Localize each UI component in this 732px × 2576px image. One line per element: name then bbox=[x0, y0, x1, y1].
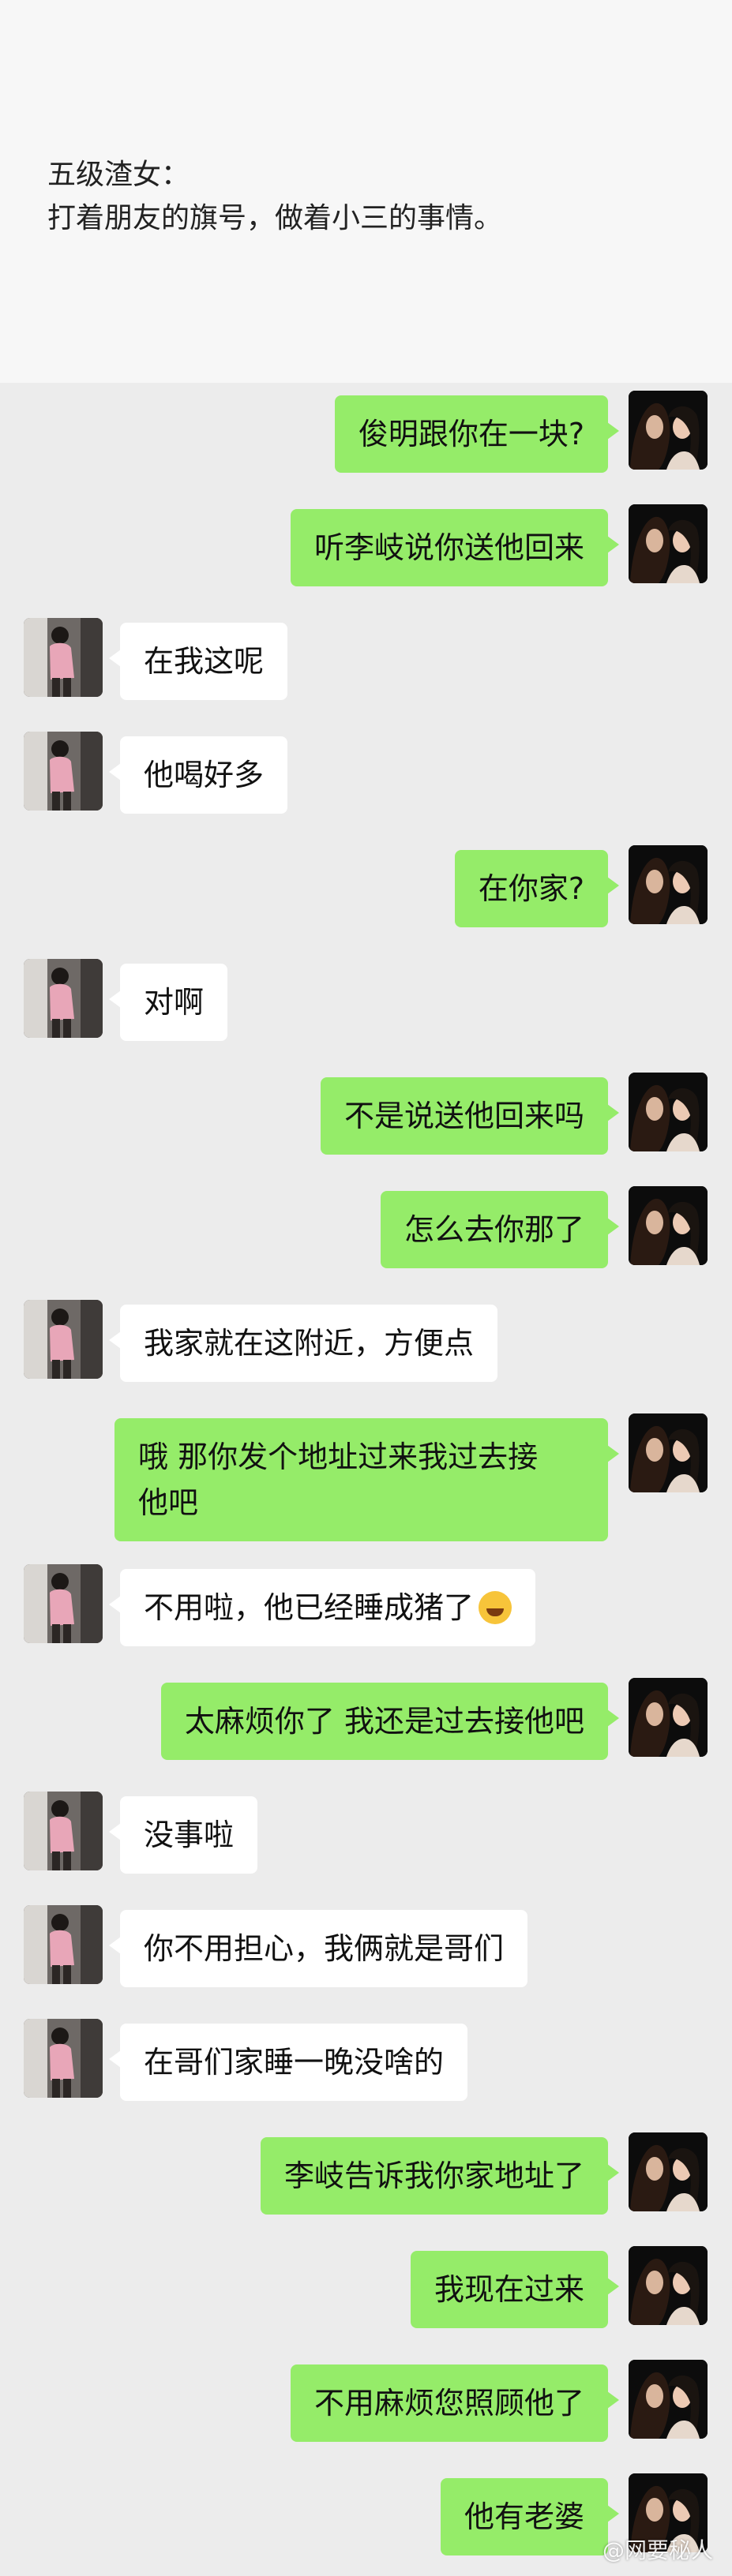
message-bubble[interactable]: 他有老婆 bbox=[440, 2478, 620, 2555]
my-avatar[interactable] bbox=[629, 2360, 708, 2439]
caption-subtitle: 打着朋友的旗号，做着小三的事情。 bbox=[47, 202, 503, 234]
avatar-photo bbox=[24, 1792, 103, 1870]
avatar-photo bbox=[24, 1564, 103, 1643]
my-avatar[interactable] bbox=[629, 1073, 708, 1151]
my-avatar[interactable] bbox=[629, 845, 708, 924]
avatar-photo bbox=[24, 618, 103, 697]
message-bubble[interactable]: 怎么去你那了 bbox=[380, 1191, 620, 1268]
avatar-photo bbox=[629, 504, 708, 583]
message-bubble[interactable]: 在我这呢 bbox=[108, 623, 288, 700]
contact-avatar[interactable] bbox=[24, 618, 103, 697]
message-bubble[interactable]: 在哥们家睡一晚没啥的 bbox=[108, 2024, 468, 2101]
caption-panel: 五级渣女： 打着朋友的旗号，做着小三的事情。 bbox=[0, 0, 732, 383]
my-avatar[interactable] bbox=[629, 1413, 708, 1492]
message-bubble[interactable]: 俊明跟你在一块? bbox=[334, 395, 620, 473]
avatar-photo bbox=[629, 391, 708, 470]
contact-avatar[interactable] bbox=[24, 1564, 103, 1643]
avatar-photo bbox=[24, 959, 103, 1038]
contact-avatar[interactable] bbox=[24, 1300, 103, 1379]
message-bubble[interactable]: 太麻烦你了 我还是过去接他吧 bbox=[160, 1683, 620, 1760]
message-bubble[interactable]: 在你家? bbox=[454, 850, 620, 927]
my-avatar[interactable] bbox=[629, 2246, 708, 2325]
contact-avatar[interactable] bbox=[24, 1792, 103, 1870]
message-bubble[interactable]: 哦 那你发个地址过来我过去接 他吧 bbox=[114, 1418, 619, 1541]
my-avatar[interactable] bbox=[629, 2132, 708, 2211]
contact-avatar[interactable] bbox=[24, 1905, 103, 1984]
my-avatar[interactable] bbox=[629, 504, 708, 583]
avatar-photo bbox=[24, 732, 103, 811]
message-bubble[interactable]: 他喝好多 bbox=[108, 736, 288, 814]
message-bubble[interactable]: 听李岐说你送他回来 bbox=[290, 509, 620, 586]
contact-avatar[interactable] bbox=[24, 2019, 103, 2098]
my-avatar[interactable] bbox=[629, 1678, 708, 1757]
caption-title: 五级渣女： bbox=[47, 159, 190, 191]
avatar-photo bbox=[629, 1678, 708, 1757]
message-bubble[interactable]: 我现在过来 bbox=[410, 2251, 620, 2328]
message-bubble[interactable]: 不是说送他回来吗 bbox=[320, 1077, 620, 1155]
avatar-photo bbox=[629, 845, 708, 924]
message-text: 不用啦，他已经睡成猪了 bbox=[144, 1590, 475, 1625]
message-bubble[interactable]: 不用麻烦您照顾他了 bbox=[290, 2364, 620, 2442]
message-bubble[interactable]: 对啊 bbox=[108, 964, 228, 1041]
message-bubble[interactable]: 你不用担心，我俩就是哥们 bbox=[108, 1910, 528, 1987]
avatar-photo bbox=[24, 2019, 103, 2098]
avatar-photo bbox=[629, 1073, 708, 1151]
avatar-photo bbox=[629, 1413, 708, 1492]
my-avatar[interactable] bbox=[629, 391, 708, 470]
avatar-photo bbox=[629, 1186, 708, 1265]
message-bubble[interactable]: 不用啦，他已经睡成猪了 bbox=[108, 1569, 536, 1646]
avatar-photo bbox=[24, 1300, 103, 1379]
contact-avatar[interactable] bbox=[24, 732, 103, 811]
avatar-photo bbox=[629, 2132, 708, 2211]
watermark: @网要秘人 bbox=[602, 2537, 713, 2563]
avatar-photo bbox=[629, 2246, 708, 2325]
chat-area[interactable]: 俊明跟你在一块? 听李岐说你送他回来 在我这呢 他喝好多 在你家? 对啊 不是说… bbox=[0, 383, 732, 2576]
message-bubble[interactable]: 没事啦 bbox=[108, 1796, 258, 1874]
my-avatar[interactable] bbox=[629, 1186, 708, 1265]
contact-avatar[interactable] bbox=[24, 959, 103, 1038]
avatar-photo bbox=[24, 1905, 103, 1984]
message-bubble[interactable]: 李岐告诉我你家地址了 bbox=[260, 2137, 620, 2215]
message-bubble[interactable]: 我家就在这附近，方便点 bbox=[108, 1305, 498, 1382]
avatar-photo bbox=[629, 2360, 708, 2439]
face-with-tears-of-joy-icon bbox=[479, 1591, 512, 1624]
